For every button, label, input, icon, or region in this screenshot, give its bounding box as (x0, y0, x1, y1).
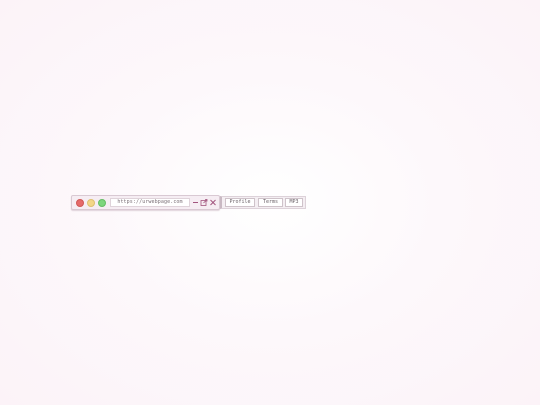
close-window-dot[interactable] (76, 199, 84, 207)
external-link-icon[interactable] (200, 197, 208, 208)
maximize-window-dot[interactable] (98, 199, 106, 207)
browser-title-bar: https://urwebpage.com (71, 195, 220, 210)
address-bar[interactable]: https://urwebpage.com (110, 198, 190, 207)
minus-icon-glyph (193, 202, 198, 203)
terms-button[interactable]: Terms (258, 198, 283, 207)
close-icon[interactable] (209, 197, 217, 208)
close-icon-glyph (210, 199, 216, 206)
minimize-window-dot[interactable] (87, 199, 95, 207)
external-link-icon-glyph (200, 199, 208, 206)
minus-icon[interactable] (192, 197, 199, 208)
nav-button-group: Profile Terms MP3 (220, 196, 306, 209)
mp3-button[interactable]: MP3 (285, 198, 303, 207)
profile-button[interactable]: Profile (225, 198, 255, 207)
